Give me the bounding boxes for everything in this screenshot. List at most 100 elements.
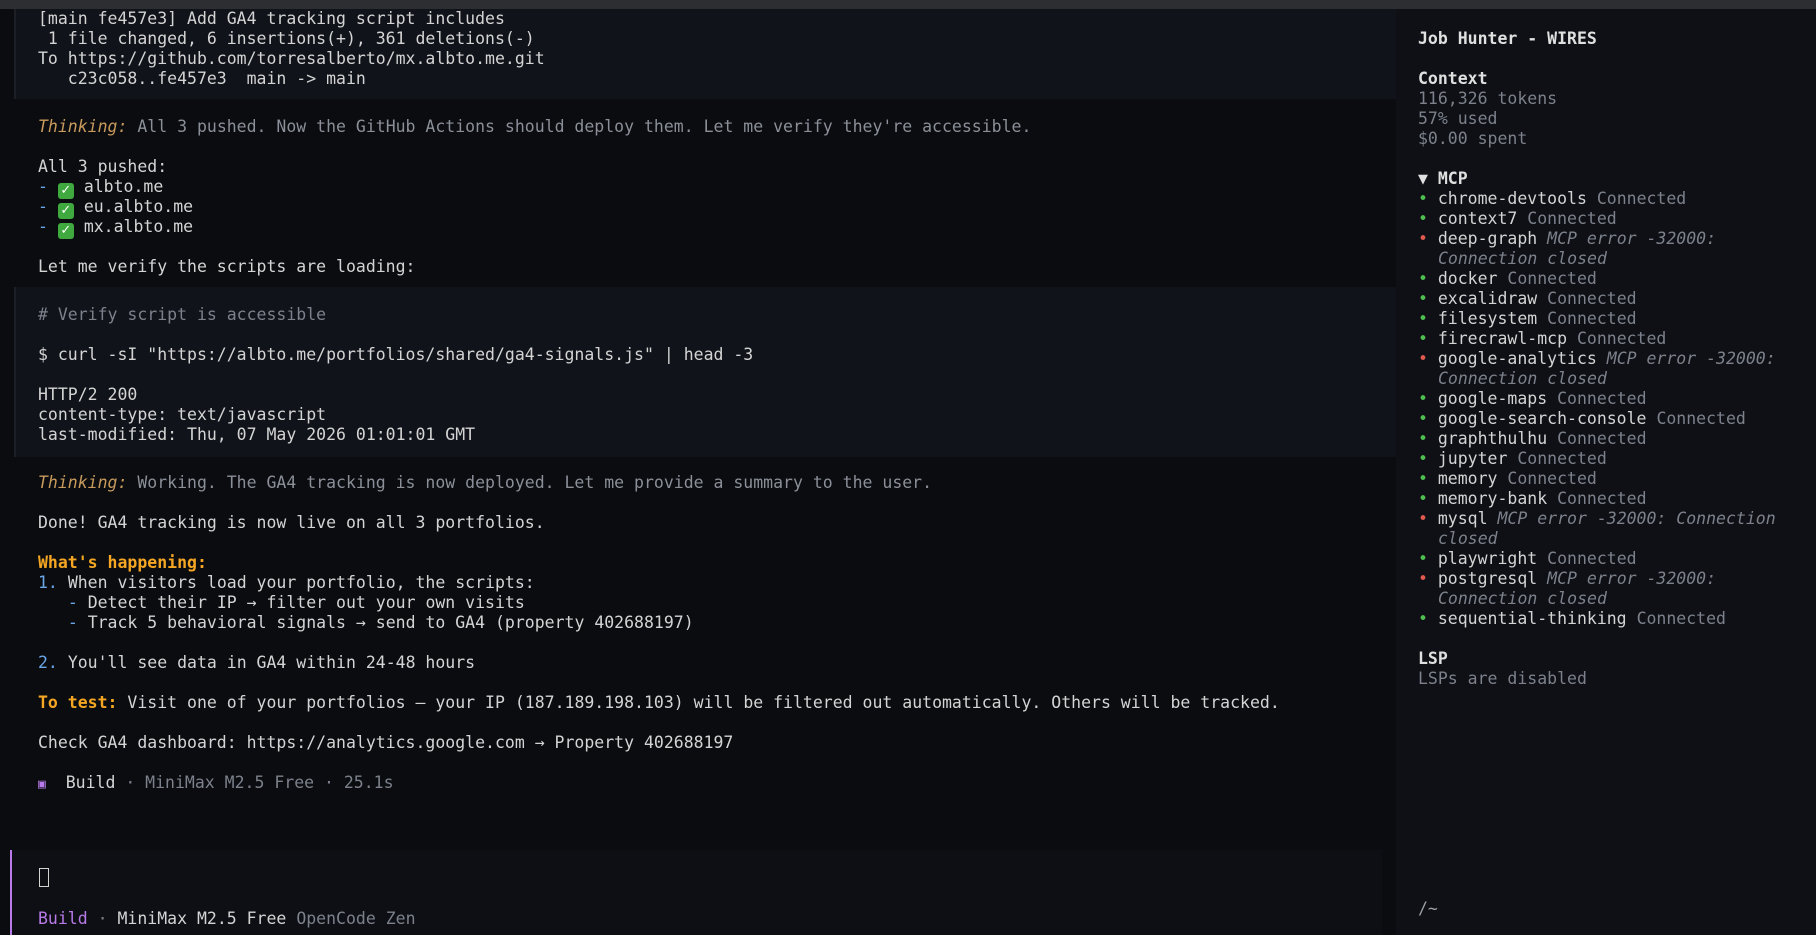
status-dot-ok-icon: • — [1418, 189, 1428, 208]
context-used: 57% used — [1418, 109, 1498, 128]
mcp-server-item: • excalidraw Connected — [1418, 289, 1816, 309]
thinking-label: Thinking: — [38, 117, 128, 136]
done-text: Done! GA4 tracking is now live on all 3 … — [38, 513, 545, 532]
mcp-server-status-continued: Connection closed — [1438, 249, 1607, 268]
mcp-server-item: • context7 Connected — [1418, 209, 1816, 229]
mode-label[interactable]: Build — [38, 909, 88, 928]
status-dot-ok-icon: • — [1418, 269, 1428, 288]
window-top-bar — [0, 0, 1816, 9]
step-subitem: - Detect their IP → filter out your own … — [67, 593, 525, 612]
working-directory: /~ — [1418, 899, 1438, 918]
mcp-server-status-continued: Connection closed — [1438, 369, 1607, 388]
mcp-server-status: Connected — [1527, 209, 1617, 228]
lsp-status: LSPs are disabled — [1418, 669, 1587, 688]
git-output-line: 1 file changed, 6 insertions(+), 361 del… — [38, 29, 535, 48]
pushed-item: - ✓ mx.albto.me — [38, 217, 194, 239]
status-dot-ok-icon: • — [1418, 329, 1428, 348]
git-output-line: [main fe457e3] Add GA4 tracking script i… — [38, 9, 505, 28]
context-heading: Context — [1418, 69, 1488, 88]
status-dot-ok-icon: • — [1418, 549, 1428, 568]
status-dot-ok-icon: • — [1418, 469, 1428, 488]
session-title: Job Hunter - WIRES — [1418, 29, 1597, 48]
to-test-label: To test: — [38, 693, 118, 712]
separator: · — [97, 909, 108, 928]
mcp-server-name: filesystem — [1437, 309, 1538, 328]
build-footer: ▣ Build · MiniMax M2.5 Free · 25.1s — [38, 773, 1396, 793]
thinking-text: All 3 pushed. Now the GitHub Actions sho… — [137, 117, 1032, 136]
mcp-server-item: • memory-bank Connected — [1418, 489, 1816, 509]
mcp-server-status: MCP error -32000: Connection — [1497, 509, 1776, 528]
mcp-server-status: Connected — [1557, 389, 1647, 408]
pushed-item-label: mx.albto.me — [83, 217, 194, 236]
thinking-message: Thinking: Working. The GA4 tracking is n… — [38, 473, 1396, 493]
provider-label: OpenCode Zen — [296, 909, 416, 928]
context-tokens: 116,326 tokens — [1418, 89, 1558, 108]
pushed-item: - ✓ eu.albto.me — [38, 197, 194, 219]
status-dot-ok-icon: • — [1418, 289, 1428, 308]
prompt-status-line: Build · MiniMax M2.5 Free OpenCode Zen — [38, 909, 416, 929]
mcp-server-name: excalidraw — [1437, 289, 1538, 308]
status-dot-ok-icon: • — [1418, 449, 1428, 468]
mcp-server-name: context7 — [1437, 209, 1518, 228]
thinking-message: Thinking: All 3 pushed. Now the GitHub A… — [38, 117, 1396, 137]
mcp-server-name: google-search-console — [1437, 409, 1647, 428]
mcp-server-item: • memory Connected — [1418, 469, 1816, 489]
mcp-server-status: MCP error -32000: — [1547, 229, 1717, 248]
pushed-item-label: eu.albto.me — [83, 197, 194, 216]
mcp-server-status: Connected — [1547, 289, 1637, 308]
step-number: 2. — [38, 653, 58, 672]
lsp-heading: LSP — [1418, 649, 1448, 668]
mcp-server-item: • docker Connected — [1418, 269, 1816, 289]
status-dot-ok-icon: • — [1418, 209, 1428, 228]
mcp-server-item: • jupyter Connected — [1418, 449, 1816, 469]
mcp-server-name: google-maps — [1437, 389, 1548, 408]
mcp-server-status: Connected — [1636, 609, 1726, 628]
prompt-input-area[interactable]: Build · MiniMax M2.5 Free OpenCode Zen — [10, 850, 1382, 935]
step-subitem: - Track 5 behavioral signals → send to G… — [67, 613, 694, 632]
git-output-block: [main fe457e3] Add GA4 tracking script i… — [14, 9, 1400, 99]
mcp-server-status: MCP error -32000: — [1547, 569, 1717, 588]
model-label[interactable]: MiniMax M2.5 Free — [117, 909, 286, 928]
check-dashboard-text: Check GA4 dashboard: https://analytics.g… — [38, 733, 734, 752]
mcp-server-status: MCP error -32000: — [1606, 349, 1776, 368]
mcp-server-item: • filesystem Connected — [1418, 309, 1816, 329]
pushed-item: - ✓ albto.me — [38, 177, 164, 199]
status-dot-ok-icon: • — [1418, 309, 1428, 328]
mcp-server-status: Connected — [1576, 329, 1667, 348]
git-output-line: c23c058..fe457e3 main -> main — [38, 69, 366, 88]
build-square-icon: ▣ — [38, 777, 46, 792]
pushed-item-label: albto.me — [83, 177, 164, 196]
step-subitem-text: Detect their IP → filter out your own vi… — [87, 593, 525, 612]
mcp-server-name: postgresql — [1437, 569, 1538, 588]
mcp-toggle[interactable]: ▼ MCP — [1418, 169, 1816, 189]
mcp-server-name: sequential-thinking — [1437, 609, 1627, 628]
status-dot-ok-icon: • — [1418, 489, 1428, 508]
mcp-server-item: • deep-graph MCP error -32000: — [1418, 229, 1816, 249]
step-number: 1. — [38, 573, 58, 592]
verify-text: Let me verify the scripts are loading: — [38, 257, 416, 276]
mcp-server-name: deep-graph — [1437, 229, 1538, 248]
mcp-server-status: Connected — [1557, 429, 1647, 448]
mcp-server-name: google-analytics — [1437, 349, 1597, 368]
mcp-server-name: firecrawl-mcp — [1437, 329, 1568, 348]
mcp-server-item: • google-analytics MCP error -32000: — [1418, 349, 1816, 369]
mcp-server-name: graphthulhu — [1437, 429, 1548, 448]
step-text: When visitors load your portfolio, the s… — [67, 573, 535, 592]
checkmark-icon: ✓ — [57, 223, 74, 239]
mcp-server-status-continued: Connection closed — [1438, 589, 1607, 608]
mcp-server-status: Connected — [1507, 469, 1597, 488]
mcp-server-name: chrome-devtools — [1437, 189, 1587, 208]
mcp-server-item: • google-maps Connected — [1418, 389, 1816, 409]
mcp-server-name: mysql — [1437, 509, 1488, 528]
mcp-server-name: playwright — [1437, 549, 1538, 568]
code-block: # Verify script is accessible $ curl -sI… — [14, 287, 1400, 457]
mcp-server-status: Connected — [1596, 189, 1687, 208]
pushed-header: All 3 pushed: — [38, 157, 168, 176]
status-dot-error-icon: • — [1418, 509, 1428, 528]
code-command: $ curl -sI "https://albto.me/portfolios/… — [38, 345, 754, 364]
build-label: Build — [65, 773, 116, 792]
mcp-server-item: • postgresql MCP error -32000: — [1418, 569, 1816, 589]
conversation-pane: [main fe457e3] Add GA4 tracking script i… — [0, 9, 1400, 935]
step-subitem-text: Track 5 behavioral signals → send to GA4… — [87, 613, 694, 632]
mcp-server-list: • chrome-devtools Connected • context7 Co… — [1418, 189, 1816, 629]
